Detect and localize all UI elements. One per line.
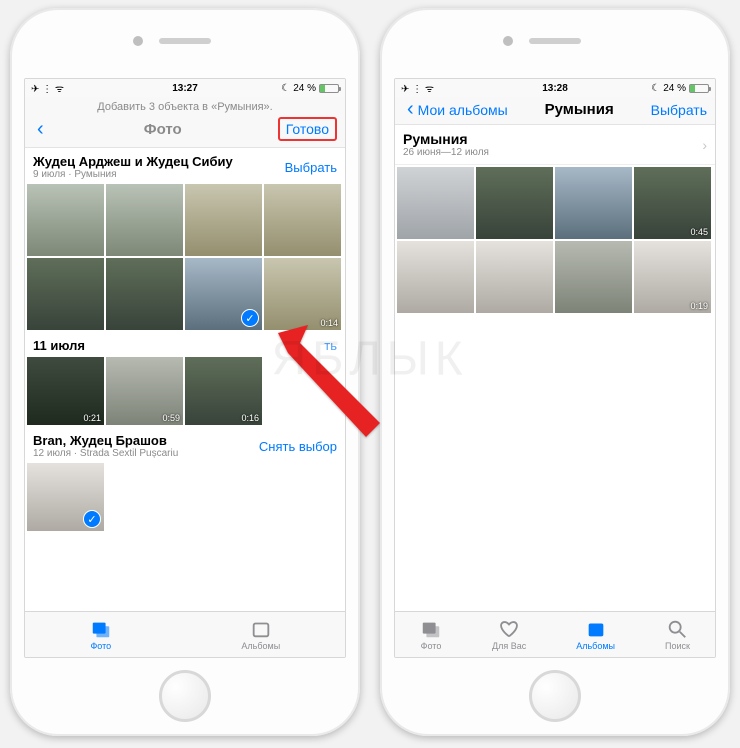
battery-percent: 24 % bbox=[293, 83, 316, 94]
selected-check-icon: ✓ bbox=[241, 309, 259, 327]
nav-title: Фото bbox=[144, 121, 182, 138]
video-thumb[interactable]: 0:16 bbox=[185, 357, 262, 425]
video-duration: 0:16 bbox=[241, 413, 259, 423]
album-title: Румыния bbox=[403, 131, 489, 147]
photo-thumb[interactable] bbox=[106, 184, 183, 256]
heart-icon bbox=[498, 618, 520, 640]
search-icon bbox=[666, 618, 688, 640]
moon-icon: ☾ bbox=[651, 83, 660, 94]
photo-thumb[interactable]: ✓ bbox=[27, 463, 104, 531]
photo-thumb[interactable] bbox=[397, 241, 474, 313]
select-button[interactable]: Выбрать bbox=[651, 102, 707, 118]
battery-percent: 24 % bbox=[663, 83, 686, 94]
back-button[interactable]: ‹Мои альбомы bbox=[403, 102, 508, 118]
chevron-right-icon: › bbox=[702, 137, 707, 153]
tab-albums[interactable]: Альбомы bbox=[241, 618, 280, 651]
video-duration: 0:45 bbox=[690, 227, 708, 237]
photo-thumb[interactable] bbox=[27, 258, 104, 330]
video-thumb[interactable]: 0:19 bbox=[634, 241, 711, 313]
section-select-button[interactable]: ть bbox=[324, 338, 337, 353]
album-content[interactable]: Румыния 26 июня—12 июля › 0:45 0:19 bbox=[395, 125, 715, 611]
home-button[interactable] bbox=[159, 670, 211, 722]
status-time: 13:27 bbox=[172, 83, 198, 94]
tab-photos[interactable]: Фото bbox=[420, 618, 442, 651]
status-bar: ✈ ⋮ ᯤ 13:27 ☾ 24 % bbox=[25, 79, 345, 97]
tab-bar: Фото Для Вас Альбомы Поиск bbox=[395, 611, 715, 657]
photo-thumb[interactable] bbox=[264, 184, 341, 256]
video-thumb[interactable]: 0:14 bbox=[264, 258, 341, 330]
photo-picker-content[interactable]: Жудец Арджеш и Жудец Сибиу 9 июля · Румы… bbox=[25, 148, 345, 611]
phone-left: ✈ ⋮ ᯤ 13:27 ☾ 24 % Добавить 3 объекта в … bbox=[10, 8, 360, 736]
video-thumb[interactable]: 0:59 bbox=[106, 357, 183, 425]
tab-bar: Фото Альбомы bbox=[25, 611, 345, 657]
section-deselect-button[interactable]: Снять выбор bbox=[259, 439, 337, 454]
status-left-icons: ✈ ⋮ ᯤ bbox=[31, 81, 64, 95]
section-subtitle: 9 июля · Румыния bbox=[33, 169, 233, 180]
photos-icon bbox=[420, 618, 442, 640]
photo-thumb[interactable] bbox=[106, 258, 183, 330]
moment-header[interactable]: Румыния 26 июня—12 июля › bbox=[395, 125, 715, 165]
tab-foryou[interactable]: Для Вас bbox=[492, 618, 526, 651]
tab-albums[interactable]: Альбомы bbox=[576, 618, 615, 651]
done-button[interactable]: Готово bbox=[278, 117, 337, 141]
video-duration: 0:21 bbox=[83, 413, 101, 423]
back-button[interactable]: ‹ bbox=[33, 122, 48, 136]
video-thumb[interactable]: 0:45 bbox=[634, 167, 711, 239]
tab-photos[interactable]: Фото bbox=[90, 618, 112, 651]
photo-thumb[interactable] bbox=[185, 184, 262, 256]
albums-icon bbox=[585, 618, 607, 640]
albums-icon bbox=[250, 618, 272, 640]
video-duration: 0:59 bbox=[162, 413, 180, 423]
photo-thumb[interactable] bbox=[555, 241, 632, 313]
section-subtitle: 12 июля · Strada Sextil Pușcariu bbox=[33, 448, 178, 459]
tab-search[interactable]: Поиск bbox=[665, 618, 690, 651]
section-select-button[interactable]: Выбрать bbox=[285, 160, 337, 175]
video-duration: 0:19 bbox=[690, 301, 708, 311]
status-bar: ✈ ⋮ ᯤ 13:28 ☾ 24 % bbox=[395, 79, 715, 97]
status-left-icons: ✈ ⋮ ᯤ bbox=[401, 81, 434, 95]
photo-thumb[interactable] bbox=[397, 167, 474, 239]
photo-thumb[interactable] bbox=[555, 167, 632, 239]
photos-icon bbox=[90, 618, 112, 640]
album-date-range: 26 июня—12 июля bbox=[403, 147, 489, 158]
photo-thumb[interactable] bbox=[476, 167, 553, 239]
section-title: 11 июля bbox=[33, 338, 85, 353]
selected-check-icon: ✓ bbox=[83, 510, 101, 528]
photo-thumb[interactable] bbox=[476, 241, 553, 313]
battery-icon bbox=[689, 84, 709, 93]
video-thumb[interactable]: 0:21 bbox=[27, 357, 104, 425]
add-to-album-banner: Добавить 3 объекта в «Румыния». ‹ Фото Г… bbox=[25, 97, 345, 148]
section-title: Жудец Арджеш и Жудец Сибиу bbox=[33, 154, 233, 169]
video-duration: 0:14 bbox=[320, 318, 338, 328]
battery-icon bbox=[319, 84, 339, 93]
nav-title: Румыния bbox=[545, 101, 614, 118]
phone-right: ✈ ⋮ ᯤ 13:28 ☾ 24 % ‹Мои альбомы Румыния … bbox=[380, 8, 730, 736]
section-title: Bran, Жудец Брашов bbox=[33, 433, 178, 448]
moon-icon: ☾ bbox=[281, 83, 290, 94]
status-time: 13:28 bbox=[542, 83, 568, 94]
photo-thumb[interactable] bbox=[27, 184, 104, 256]
home-button[interactable] bbox=[529, 670, 581, 722]
photo-thumb[interactable]: ✓ bbox=[185, 258, 262, 330]
